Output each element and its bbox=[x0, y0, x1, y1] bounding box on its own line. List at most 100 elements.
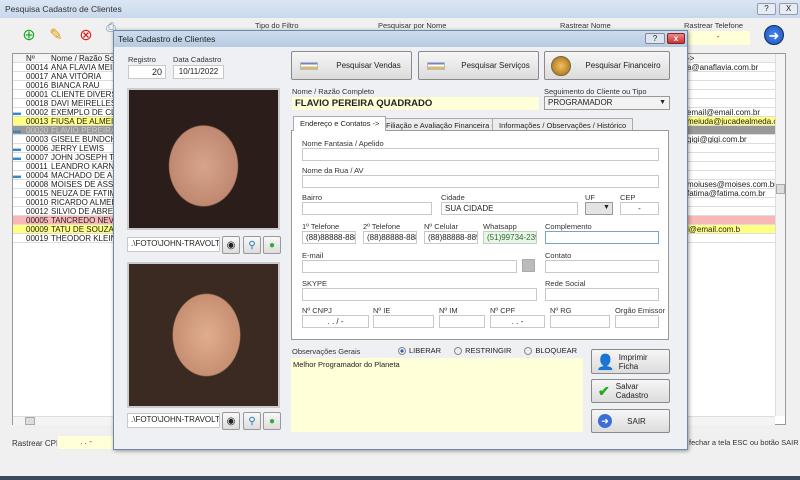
status-radio-bloquear[interactable]: BLOQUEAR bbox=[524, 346, 577, 356]
imprimir-ficha-button[interactable]: 👤 Imprimir Ficha bbox=[591, 349, 670, 374]
rua-input[interactable] bbox=[302, 175, 659, 188]
rg-input[interactable] bbox=[550, 315, 610, 328]
orgao-input[interactable] bbox=[615, 315, 659, 328]
salvar-cadastro-button[interactable]: ✔ Salvar Cadastro bbox=[591, 379, 670, 403]
orgao-label: Orgão Emissor bbox=[615, 306, 666, 315]
webcam-icon[interactable]: ◉ bbox=[222, 412, 240, 430]
tab-endereco[interactable]: Endereço e Contatos -> bbox=[293, 116, 387, 131]
im-label: Nº IM bbox=[439, 306, 458, 315]
whatsapp-label: Whatsapp bbox=[483, 222, 517, 231]
row-marker bbox=[13, 216, 25, 224]
search-icon[interactable]: ⚲ bbox=[243, 412, 261, 430]
cnpj-label: Nº CNPJ bbox=[302, 306, 332, 315]
row-marker bbox=[13, 99, 25, 107]
sair-button[interactable]: ➜ SAIR bbox=[591, 409, 670, 433]
email-cell: a@anaflavia.com.br bbox=[687, 63, 759, 72]
registro-input[interactable]: 20 bbox=[128, 65, 166, 79]
row-marker bbox=[13, 81, 25, 89]
email-label: E-mail bbox=[302, 251, 324, 260]
rede-input[interactable] bbox=[545, 288, 659, 301]
email-input[interactable] bbox=[302, 260, 517, 273]
skype-label: SKYPE bbox=[302, 279, 328, 288]
celular-input[interactable]: (88)88888-8899 bbox=[424, 231, 478, 244]
rg-label: Nº RG bbox=[550, 306, 572, 315]
add-photo-icon[interactable]: ● bbox=[263, 236, 281, 254]
contato-label: Contato bbox=[545, 251, 572, 260]
rastrear-cpf-input[interactable]: . . - bbox=[57, 435, 115, 450]
main-close-button[interactable]: X bbox=[779, 3, 798, 15]
rua-label: Nome da Rua / AV bbox=[302, 166, 364, 175]
nome-input[interactable]: FLAVIO PEREIRA QUADRADO bbox=[291, 96, 540, 111]
observacoes-textarea[interactable]: Melhor Programador do Planeta bbox=[291, 358, 583, 432]
rastrear-telefone-input[interactable]: - bbox=[685, 30, 751, 46]
email-cell: fatima@fatima.com.br bbox=[687, 189, 766, 198]
cidade-input[interactable]: SUA CIDADE bbox=[441, 202, 578, 215]
data-cadastro-input[interactable]: 10/11/2022 bbox=[173, 65, 224, 79]
photo-icon: ▬ bbox=[13, 144, 21, 153]
tel1-input[interactable]: (88)88888-8888 bbox=[302, 231, 356, 244]
status-radio-liberar[interactable]: LIBERAR bbox=[398, 346, 441, 356]
row-marker bbox=[13, 234, 25, 242]
cnpj-input[interactable]: . . / - bbox=[302, 315, 369, 328]
dialog-close-button[interactable]: x bbox=[667, 33, 685, 44]
photo1-path-input[interactable]: .\FOTO\JOHN-TRAVOLTA2... bbox=[127, 237, 220, 252]
send-email-button[interactable] bbox=[522, 259, 535, 272]
row-marker bbox=[13, 117, 25, 125]
tel2-label: 2º Telefone bbox=[363, 222, 401, 231]
fantasia-label: Nome Fantasia / Apelido bbox=[302, 139, 384, 148]
go-arrow-icon[interactable]: ➜ bbox=[764, 25, 784, 45]
vertical-scrollbar[interactable] bbox=[775, 54, 785, 416]
whatsapp-input[interactable]: (51)99734-2390 bbox=[483, 231, 537, 244]
webcam-icon[interactable]: ◉ bbox=[222, 236, 240, 254]
print-person-icon: 👤 bbox=[596, 353, 615, 371]
complemento-input[interactable] bbox=[545, 231, 659, 244]
email-cell: l@email.com.b bbox=[687, 225, 741, 234]
uf-label: UF bbox=[585, 193, 595, 202]
delete-document-icon[interactable]: ⊗ bbox=[75, 24, 97, 46]
tel2-input[interactable]: (88)88888-8888 bbox=[363, 231, 417, 244]
main-window-titlebar: Pesquisa Cadastro de Clientes ? X bbox=[0, 0, 800, 18]
close-hint: fechar a tela ESC ou botão SAIR bbox=[689, 438, 799, 447]
contato-input[interactable] bbox=[545, 260, 659, 273]
bairro-input[interactable] bbox=[302, 202, 432, 215]
chevron-down-icon[interactable]: ▼ bbox=[603, 204, 610, 211]
rede-label: Rede Social bbox=[545, 279, 586, 288]
fantasia-input[interactable] bbox=[302, 148, 659, 161]
row-marker bbox=[13, 198, 25, 206]
celular-label: Nº Celular bbox=[424, 222, 458, 231]
photo2-path-input[interactable]: .\FOTO\JOHN-TRAVOLTA1... bbox=[127, 413, 220, 428]
check-icon: ✔ bbox=[598, 382, 610, 399]
radio-icon bbox=[524, 347, 533, 356]
arrow-right-icon: ➜ bbox=[598, 414, 612, 428]
chevron-down-icon: ▼ bbox=[659, 99, 666, 106]
dialog-titlebar: Tela Cadastro de Clientes ? x bbox=[114, 31, 687, 47]
email-header: -> bbox=[687, 54, 695, 63]
status-radio-restringir[interactable]: RESTRINGIR bbox=[454, 346, 511, 356]
photo-icon: ▬ bbox=[13, 108, 21, 117]
add-photo-icon[interactable]: ● bbox=[263, 412, 281, 430]
cidade-label: Cidade bbox=[441, 193, 465, 202]
photo-icon: ▬ bbox=[13, 171, 21, 180]
email-cell: meiuda@jucadealmeda.com.b bbox=[687, 117, 785, 126]
nome-label: Nome / Razão Completo bbox=[292, 87, 375, 96]
cep-input[interactable]: - bbox=[620, 202, 659, 215]
skype-input[interactable] bbox=[302, 288, 537, 301]
email-cell: email@email.com.br bbox=[687, 108, 761, 117]
pesquisar-financeiro-button[interactable]: Pesquisar Financeiro bbox=[544, 51, 670, 80]
add-document-icon[interactable]: ⊕ bbox=[18, 24, 40, 46]
client-photo-2 bbox=[127, 262, 280, 408]
edit-icon[interactable]: ✎ bbox=[45, 24, 67, 46]
row-marker bbox=[13, 189, 25, 197]
cep-label: CEP bbox=[620, 193, 636, 202]
im-input[interactable] bbox=[439, 315, 485, 328]
seguimento-select[interactable]: PROGRAMADOR ▼ bbox=[544, 96, 670, 110]
search-icon[interactable]: ⚲ bbox=[243, 236, 261, 254]
cpf-input[interactable]: . . - bbox=[490, 315, 545, 328]
pesquisar-servicos-button[interactable]: Pesquisar Serviços bbox=[418, 51, 539, 80]
rastrear-telefone-label: Rastrear Telefone bbox=[684, 21, 744, 30]
ie-input[interactable] bbox=[373, 315, 434, 328]
main-help-button[interactable]: ? bbox=[757, 3, 776, 15]
tipo-filtro-label: Tipo do Filtro bbox=[255, 21, 299, 30]
dialog-help-button[interactable]: ? bbox=[645, 33, 665, 44]
pesquisar-vendas-button[interactable]: Pesquisar Vendas bbox=[291, 51, 412, 80]
